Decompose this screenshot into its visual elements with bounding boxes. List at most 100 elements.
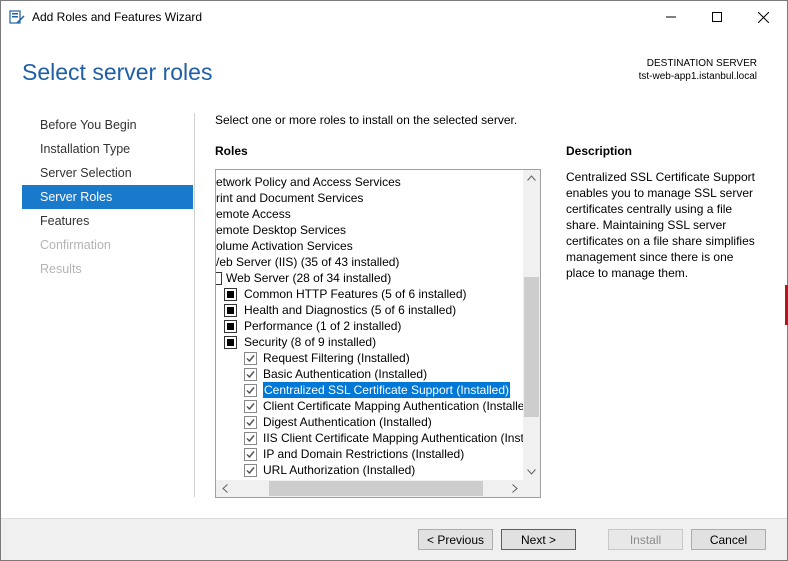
tri-state-checkbox[interactable] (224, 288, 237, 301)
role-label: Digest Authentication (Installed) (263, 415, 432, 429)
checkmark-icon (246, 371, 255, 379)
role-label: Health and Diagnostics (5 of 6 installed… (244, 303, 457, 317)
scroll-up-button[interactable] (523, 170, 540, 186)
next-button[interactable]: Next > (501, 529, 576, 550)
checkbox[interactable] (244, 368, 257, 381)
checkmark-icon (246, 355, 255, 363)
role-row[interactable]: IP and Domain Restrictions (Installed) (216, 446, 523, 462)
checkmark-icon (246, 419, 255, 427)
vertical-scroll-thumb[interactable] (524, 277, 539, 417)
chevron-right-icon (511, 484, 518, 493)
close-icon (757, 11, 769, 23)
role-label: etwork Policy and Access Services (216, 175, 401, 189)
role-label: olume Activation Services (216, 239, 353, 253)
minimize-button[interactable] (648, 1, 694, 33)
checkmark-icon (246, 435, 255, 443)
checkbox[interactable] (244, 432, 257, 445)
role-label: /eb Server (IIS) (35 of 43 installed) (216, 255, 400, 269)
scroll-right-button[interactable] (506, 480, 523, 497)
roles-heading: Roles (215, 144, 248, 158)
minimize-icon (666, 16, 676, 18)
destination-server-name: tst-web-app1.istanbul.local (638, 71, 757, 82)
role-row[interactable]: etwork Policy and Access Services (216, 174, 523, 190)
install-button: Install (608, 529, 683, 550)
partial-fill (227, 307, 234, 314)
role-label: Web Server (28 of 34 installed) (226, 271, 392, 285)
role-row[interactable]: Client Certificate Mapping Authenticatio… (216, 398, 523, 414)
window-title: Add Roles and Features Wizard (32, 10, 203, 24)
roles-tree[interactable]: etwork Policy and Access Services rint an… (215, 169, 541, 498)
checkbox[interactable] (244, 416, 257, 429)
destination-server-label: DESTINATION SERVER (646, 58, 757, 69)
role-row[interactable]: Common HTTP Features (5 of 6 installed) (216, 286, 523, 302)
maximize-icon (712, 12, 722, 22)
role-label: IIS Client Certificate Mapping Authentic… (263, 431, 523, 445)
role-row[interactable]: URL Authorization (Installed) (216, 462, 523, 478)
role-row[interactable]: rint and Document Services (216, 190, 523, 206)
role-row[interactable]: Request Filtering (Installed) (216, 350, 523, 366)
role-row[interactable]: emote Desktop Services (216, 222, 523, 238)
role-row[interactable]: Performance (1 of 2 installed) (216, 318, 523, 334)
tri-state-checkbox[interactable] (216, 272, 222, 285)
role-label: URL Authorization (Installed) (263, 463, 416, 477)
scroll-left-button[interactable] (216, 480, 233, 497)
title-bar[interactable]: Add Roles and Features Wizard (1, 1, 787, 33)
scroll-down-button[interactable] (523, 464, 540, 480)
role-label: Common HTTP Features (5 of 6 installed) (244, 287, 467, 301)
scrollbar-corner (523, 480, 540, 497)
tri-state-checkbox[interactable] (224, 320, 237, 333)
role-row[interactable]: emote Access (216, 206, 523, 222)
chevron-up-icon (527, 175, 536, 181)
roles-tree-content: etwork Policy and Access Services rint an… (216, 172, 523, 480)
role-row[interactable]: Centralized SSL Certificate Support (Ins… (216, 382, 523, 398)
page-title: Select server roles (22, 59, 213, 85)
nav-item-confirmation: Confirmation (40, 238, 111, 252)
checkbox[interactable] (244, 400, 257, 413)
checkmark-icon (246, 387, 255, 395)
role-row[interactable]: Web Server (28 of 34 installed) (216, 270, 523, 286)
role-row[interactable]: /eb Server (IIS) (35 of 43 installed) (216, 254, 523, 270)
chevron-left-icon (221, 484, 228, 493)
role-row[interactable]: Health and Diagnostics (5 of 6 installed… (216, 302, 523, 318)
partial-fill (227, 323, 234, 330)
tri-state-checkbox[interactable] (224, 336, 237, 349)
partial-fill (227, 339, 234, 346)
description-text: Centralized SSL Certificate Support enab… (566, 170, 755, 280)
role-label: IP and Domain Restrictions (Installed) (263, 447, 465, 461)
nav-item-server-roles[interactable]: Server Roles (22, 185, 193, 209)
nav-item-before-you-begin[interactable]: Before You Begin (22, 113, 193, 137)
role-row[interactable]: IIS Client Certificate Mapping Authentic… (216, 430, 523, 446)
role-row[interactable]: Digest Authentication (Installed) (216, 414, 523, 430)
horizontal-scrollbar[interactable] (216, 480, 523, 497)
close-button[interactable] (740, 1, 786, 33)
horizontal-scroll-thumb[interactable] (269, 481, 483, 496)
role-row[interactable]: olume Activation Services (216, 238, 523, 254)
chevron-down-icon (527, 469, 536, 475)
nav-item-server-selection[interactable]: Server Selection (22, 161, 193, 185)
role-label: emote Access (216, 207, 291, 221)
role-label: Client Certificate Mapping Authenticatio… (263, 399, 523, 413)
previous-button[interactable]: < Previous (418, 529, 493, 550)
cancel-button[interactable]: Cancel (691, 529, 766, 550)
tri-state-checkbox[interactable] (224, 304, 237, 317)
role-label: Security (8 of 9 installed) (244, 335, 377, 349)
role-row[interactable]: Basic Authentication (Installed) (216, 366, 523, 382)
role-label: Centralized SSL Certificate Support (Ins… (263, 382, 511, 398)
nav-item-features[interactable]: Features (22, 209, 193, 233)
partial-fill (227, 291, 234, 298)
role-label: Performance (1 of 2 installed) (244, 319, 402, 333)
checkbox[interactable] (244, 464, 257, 477)
checkbox[interactable] (244, 384, 257, 397)
nav-divider (194, 113, 195, 497)
vertical-scrollbar[interactable] (523, 170, 540, 480)
role-label: Basic Authentication (Installed) (263, 367, 428, 381)
description-heading: Description (566, 144, 633, 158)
checkbox[interactable] (244, 352, 257, 365)
role-row[interactable]: Security (8 of 9 installed) (216, 334, 523, 350)
nav-item-installation-type[interactable]: Installation Type (22, 137, 193, 161)
checkbox[interactable] (244, 448, 257, 461)
maximize-button[interactable] (694, 1, 740, 33)
nav-item-results: Results (40, 262, 82, 276)
checkmark-icon (246, 451, 255, 459)
role-label: emote Desktop Services (216, 223, 347, 237)
